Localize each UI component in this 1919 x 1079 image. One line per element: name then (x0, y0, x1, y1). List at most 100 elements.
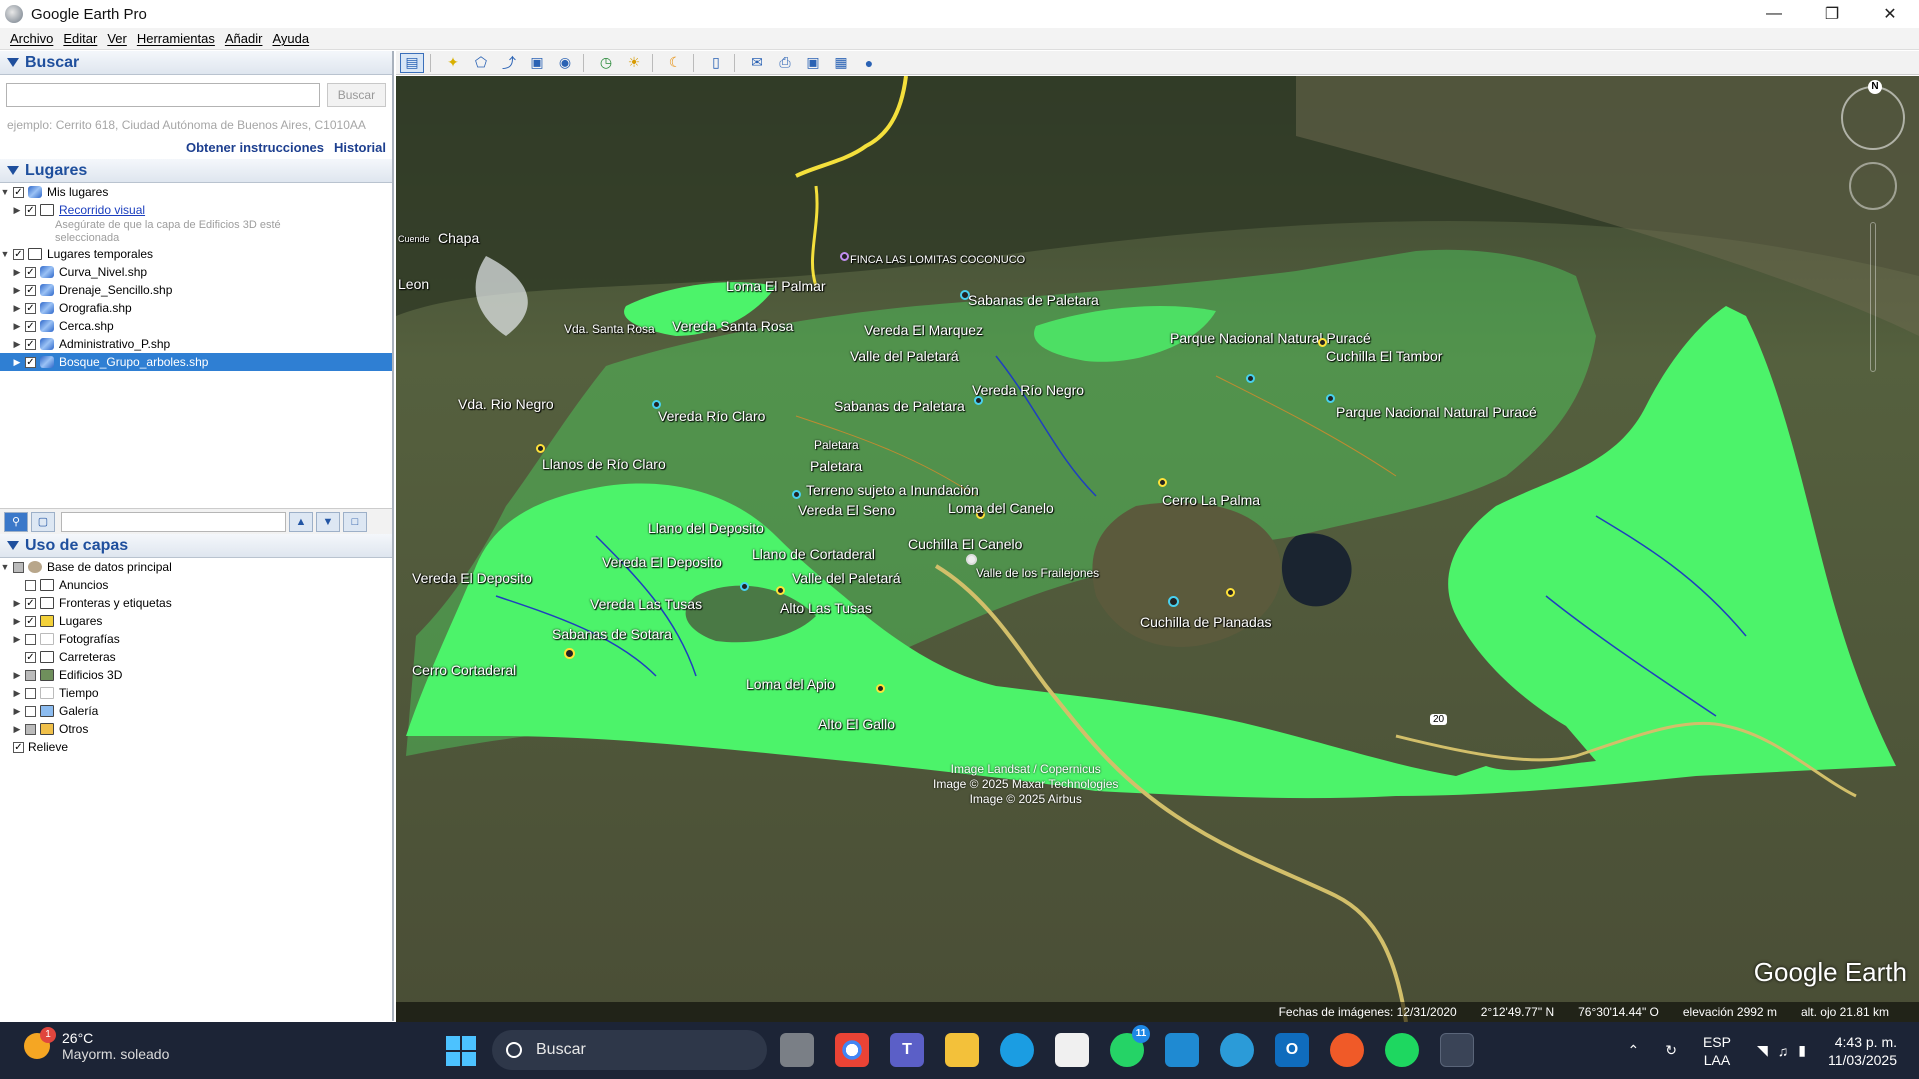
add-folder-icon[interactable]: □ (343, 511, 367, 532)
expand-arrow-icon[interactable]: ▶ (12, 321, 22, 332)
sunlight-icon[interactable]: ☀ (622, 53, 646, 73)
tree-item-relieve[interactable]: ✓ Relieve (0, 738, 392, 756)
checkbox[interactable] (25, 633, 36, 645)
expand-arrow-icon[interactable]: ▶ (12, 357, 22, 368)
expand-arrow-icon[interactable]: ▶ (12, 724, 22, 735)
add-path-icon[interactable]: ⤴ (497, 53, 521, 73)
map-label[interactable]: Sabanas de Sotara (552, 626, 672, 642)
map-label[interactable]: Leon (398, 276, 429, 292)
email-icon[interactable]: ✉ (745, 53, 769, 73)
placemark-icon[interactable] (1318, 338, 1327, 347)
menu-anadir[interactable]: Añadir (225, 31, 263, 46)
add-overlay-icon[interactable]: ▣ (525, 53, 549, 73)
teams-icon[interactable]: T (890, 1033, 924, 1067)
collapse-triangle-icon[interactable] (7, 166, 19, 175)
app-icon[interactable] (1330, 1033, 1364, 1067)
map-label[interactable]: Vereda Río Claro (658, 408, 765, 424)
checkbox[interactable]: ✓ (25, 338, 36, 350)
windows-start-icon[interactable] (446, 1036, 476, 1066)
map-label[interactable]: Loma del Canelo (948, 500, 1054, 516)
map-label[interactable]: Vda. Santa Rosa (564, 322, 655, 336)
expand-arrow-icon[interactable]: ▼ (0, 187, 10, 197)
placemark-icon[interactable] (1226, 588, 1235, 597)
add-polygon-icon[interactable]: ⬠ (469, 53, 493, 73)
tree-item-layer[interactable]: ▶ ✓ Drenaje_Sencillo.shp (0, 281, 392, 299)
checkbox[interactable]: ✓ (25, 356, 36, 368)
expand-arrow-icon[interactable]: ▶ (12, 598, 22, 609)
taskbar-search[interactable]: Buscar (492, 1030, 767, 1070)
historical-imagery-icon[interactable]: ◷ (594, 53, 618, 73)
map-label[interactable]: Sabanas de Paletara (834, 398, 965, 414)
map-label[interactable]: Vereda El Deposito (602, 554, 722, 570)
weather-widget[interactable]: 1 26°C Mayorm. soleado (24, 1027, 169, 1062)
menu-ver[interactable]: Ver (107, 31, 127, 46)
map-label[interactable]: Valle del Paletará (792, 570, 901, 586)
compass-ring-icon[interactable]: N (1841, 80, 1905, 150)
tree-item-temp-places[interactable]: ▼ ✓ Lugares temporales (0, 245, 392, 263)
expand-arrow-icon[interactable]: ▶ (12, 267, 22, 278)
placemark-icon[interactable] (564, 648, 575, 659)
zoom-slider[interactable] (1870, 222, 1876, 372)
checkbox[interactable]: ✓ (25, 284, 36, 296)
placemark-icon[interactable] (966, 554, 977, 565)
map-label[interactable]: Cerro La Palma (1162, 492, 1260, 508)
tree-item-layer[interactable]: ▶ ✓ Administrativo_P.shp (0, 335, 392, 353)
map-label[interactable]: Valle de los Frailejones (976, 566, 1099, 580)
map-label[interactable]: Vereda Santa Rosa (672, 318, 793, 334)
spotify-icon[interactable] (1385, 1033, 1419, 1067)
checkbox[interactable] (25, 579, 36, 591)
tree-item-tour[interactable]: ▶ ✓ Recorrido visual (0, 201, 392, 219)
tree-item-galeria[interactable]: ▶ Galería (0, 702, 392, 720)
map-label[interactable]: Llanos de Río Claro (542, 456, 666, 472)
restore-icon[interactable]: ❐ (1803, 0, 1861, 28)
map-label[interactable]: Vereda El Seno (798, 502, 895, 518)
map-label[interactable]: Alto Las Tusas (780, 600, 872, 616)
map-label[interactable]: Loma El Palmar (726, 278, 826, 294)
map-label[interactable]: Parque Nacional Natural Puracé (1170, 330, 1371, 346)
map-label[interactable]: Alto El Gallo (818, 716, 895, 732)
directions-link[interactable]: Obtener instrucciones (186, 140, 324, 155)
expand-arrow-icon[interactable]: ▶ (12, 634, 22, 645)
tree-item-otros[interactable]: ▶ Otros (0, 720, 392, 738)
placemark-icon[interactable] (536, 444, 545, 453)
tree-item-fotografias[interactable]: ▶ Fotografías (0, 630, 392, 648)
chrome-icon[interactable] (835, 1033, 869, 1067)
checkbox[interactable]: ✓ (25, 615, 36, 627)
map-label[interactable]: Loma del Apio (746, 676, 835, 692)
expand-arrow-icon[interactable]: ▶ (12, 205, 22, 216)
layers-panel-header[interactable]: Uso de capas (0, 534, 392, 558)
expand-arrow-icon[interactable]: ▶ (12, 303, 22, 314)
checkbox[interactable] (25, 723, 36, 735)
places-panel-header[interactable]: Lugares (0, 159, 392, 183)
tree-item-fronteras[interactable]: ▶ ✓ Fronteras y etiquetas (0, 594, 392, 612)
tree-item-layer[interactable]: ▶ ✓ Cerca.shp (0, 317, 392, 335)
checkbox[interactable]: ✓ (25, 204, 36, 216)
placemark-icon[interactable] (1168, 596, 1179, 607)
map-label[interactable]: Llano de Cortaderal (752, 546, 875, 562)
expand-arrow-icon[interactable]: ▶ (12, 670, 22, 681)
placemark-icon[interactable] (1326, 394, 1335, 403)
map-label[interactable]: FINCA LAS LOMITAS COCONUCO (850, 254, 1025, 266)
map-label[interactable]: Cuende (398, 234, 430, 244)
checkbox[interactable] (25, 687, 36, 699)
expand-arrow-icon[interactable]: ▶ (12, 616, 22, 627)
tree-item-layer[interactable]: ▶ ✓ Curva_Nivel.shp (0, 263, 392, 281)
map-label[interactable]: Vereda Las Tusas (590, 596, 702, 612)
expand-arrow-icon[interactable]: ▶ (12, 688, 22, 699)
add-placemark-icon[interactable]: ✦ (441, 53, 465, 73)
placemark-icon[interactable] (974, 396, 983, 405)
save-image-icon[interactable]: ▣ (801, 53, 825, 73)
record-tour-icon[interactable]: ◉ (553, 53, 577, 73)
search-places-icon[interactable]: ⚲ (4, 511, 28, 532)
earth-icon[interactable]: ● (857, 53, 881, 73)
history-link[interactable]: Historial (334, 140, 386, 155)
tree-item-edificios[interactable]: ▶ Edificios 3D (0, 666, 392, 684)
expand-arrow-icon[interactable]: ▼ (0, 249, 10, 259)
checkbox[interactable]: ✓ (25, 266, 36, 278)
app-icon[interactable] (1220, 1033, 1254, 1067)
search-input[interactable] (6, 83, 320, 107)
map-label[interactable]: Paletara (810, 458, 862, 474)
placemark-icon[interactable] (876, 684, 885, 693)
tree-item-tiempo[interactable]: ▶ Tiempo (0, 684, 392, 702)
menu-editar[interactable]: Editar (63, 31, 97, 46)
